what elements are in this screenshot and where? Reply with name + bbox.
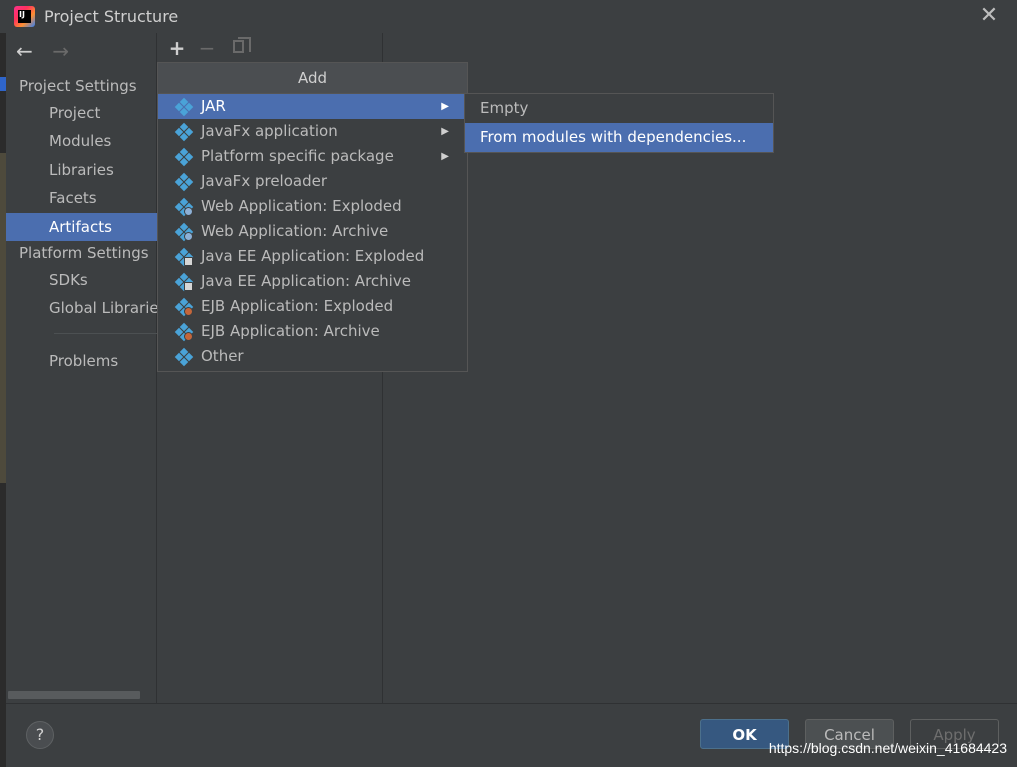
remove-icon[interactable]: −: [197, 35, 217, 61]
popup-item[interactable]: JAR ▶: [158, 94, 467, 119]
popup-item[interactable]: EJB Application: Archive: [158, 319, 467, 344]
nav-item-facets[interactable]: Facets: [6, 184, 157, 212]
popup-item[interactable]: Java EE Application: Exploded: [158, 244, 467, 269]
nav-item-project[interactable]: Project: [6, 99, 157, 127]
javafx-icon: [174, 122, 194, 142]
package-icon: [174, 147, 194, 167]
nav-divider: [54, 333, 157, 334]
javaee-app-icon: [174, 247, 194, 267]
popup-item[interactable]: Web Application: Exploded: [158, 194, 467, 219]
help-icon[interactable]: ?: [26, 721, 54, 749]
add-icon[interactable]: +: [167, 35, 187, 61]
popup-item[interactable]: Java EE Application: Archive: [158, 269, 467, 294]
window-title: Project Structure: [44, 7, 179, 26]
nav-item-artifacts[interactable]: Artifacts: [6, 213, 157, 241]
other-icon: [174, 347, 194, 367]
submenu-item-empty[interactable]: Empty: [465, 94, 773, 123]
submenu-arrow-icon: ▶: [441, 151, 449, 162]
popup-item-label: JavaFx preloader: [201, 172, 327, 190]
settings-nav: ← → Project Settings Project Modules Lib…: [6, 33, 157, 703]
close-icon[interactable]: ✕: [979, 5, 999, 27]
ejb-app-icon: [174, 322, 194, 342]
popup-item-label: Web Application: Exploded: [201, 197, 402, 215]
intellij-app-icon: IJ: [14, 6, 35, 27]
nav-arrows: ← →: [16, 39, 82, 63]
popup-item[interactable]: Web Application: Archive: [158, 219, 467, 244]
popup-item-label: Platform specific package: [201, 147, 394, 165]
project-settings-header: Project Settings: [19, 77, 137, 95]
title-bar: IJ Project Structure ✕: [0, 0, 1017, 33]
popup-item[interactable]: JavaFx application ▶: [158, 119, 467, 144]
popup-item-label: JavaFx application: [201, 122, 338, 140]
popup-item-label: Java EE Application: Exploded: [201, 247, 425, 265]
watermark-text: https://blog.csdn.net/weixin_41684423: [768, 740, 1007, 756]
nav-item-sdks[interactable]: SDKs: [6, 266, 157, 294]
jar-icon: [174, 97, 194, 117]
platform-settings-header: Platform Settings: [19, 244, 149, 262]
nav-item-global-libraries[interactable]: Global Libraries: [6, 294, 157, 322]
submenu-item-from-modules[interactable]: From modules with dependencies...: [465, 123, 773, 152]
nav-horizontal-scrollbar[interactable]: [8, 691, 140, 699]
popup-item[interactable]: EJB Application: Exploded: [158, 294, 467, 319]
add-artifact-popup: Add JAR ▶ JavaFx application ▶ Platform spec…: [157, 62, 468, 372]
popup-item[interactable]: Platform specific package ▶: [158, 144, 467, 169]
nav-item-libraries[interactable]: Libraries: [6, 156, 157, 184]
popup-item-label: EJB Application: Archive: [201, 322, 380, 340]
popup-title: Add: [158, 63, 467, 94]
submenu-arrow-icon: ▶: [441, 101, 449, 112]
popup-item-label: JAR: [201, 97, 226, 115]
forward-arrow-icon[interactable]: →: [52, 39, 82, 63]
nav-item-modules[interactable]: Modules: [6, 127, 157, 155]
dialog-footer: ? OK Cancel Apply https://blog.csdn.net/…: [6, 703, 1017, 767]
popup-item-label: Web Application: Archive: [201, 222, 389, 240]
popup-item[interactable]: JavaFx preloader: [158, 169, 467, 194]
javaee-app-icon: [174, 272, 194, 292]
popup-item-label: Java EE Application: Archive: [201, 272, 411, 290]
back-arrow-icon[interactable]: ←: [16, 39, 46, 63]
web-app-icon: [174, 222, 194, 242]
ejb-app-icon: [174, 297, 194, 317]
nav-item-problems[interactable]: Problems: [6, 347, 157, 375]
javafx-icon: [174, 172, 194, 192]
copy-icon[interactable]: [229, 35, 251, 61]
popup-item-label: EJB Application: Exploded: [201, 297, 394, 315]
submenu-arrow-icon: ▶: [441, 126, 449, 137]
jar-submenu: Empty From modules with dependencies...: [464, 93, 774, 153]
web-app-icon: [174, 197, 194, 217]
popup-item-label: Other: [201, 347, 244, 365]
popup-item[interactable]: Other: [158, 344, 467, 369]
